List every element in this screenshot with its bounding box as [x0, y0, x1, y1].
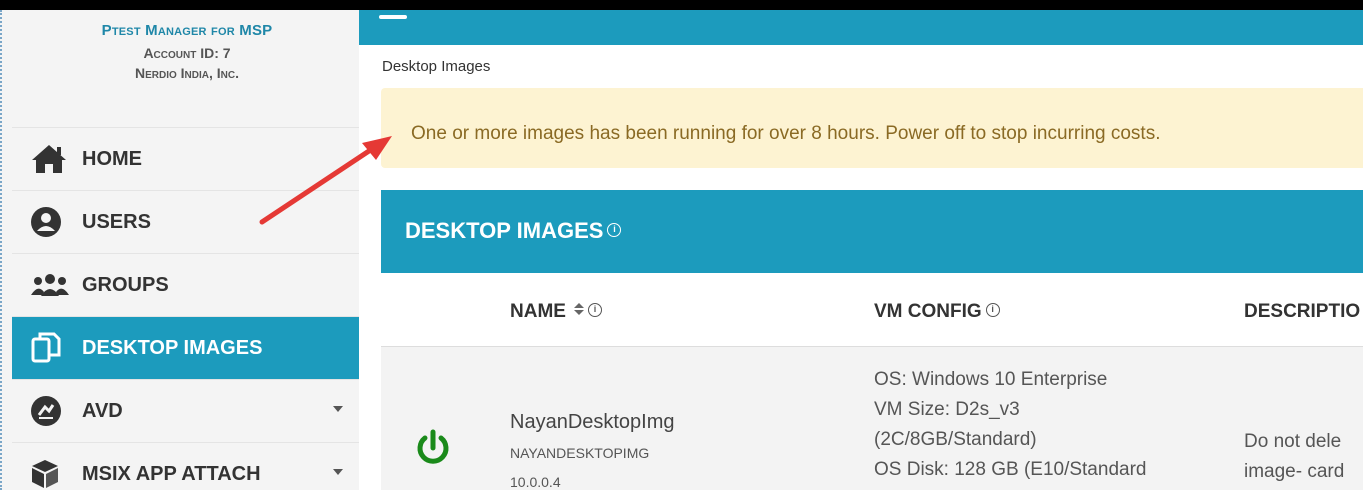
chevron-down-icon[interactable]: [333, 406, 343, 412]
avd-icon: [30, 391, 74, 431]
vm-config-spec: (2C/8GB/Standard): [874, 429, 1037, 450]
sidebar-item-label: HOME: [82, 147, 142, 170]
column-header-name[interactable]: NAME i: [510, 301, 602, 323]
user-icon: [30, 202, 74, 242]
sort-icon[interactable]: [573, 302, 584, 315]
desktop-images-panel: DESKTOP IMAGES i NAME i VM CONFIG i DESCRIP…: [381, 190, 1363, 490]
home-icon: [30, 139, 74, 179]
panel-title: DESKTOP IMAGES i: [405, 218, 622, 244]
vm-config-disk: OS Disk: 128 GB (E10/Standard: [874, 459, 1147, 480]
vm-config-os: OS: Windows 10 Enterprise: [874, 369, 1108, 390]
main-content: Desktop Images One or more images has be…: [359, 10, 1363, 490]
alert-text: One or more images has been running for …: [411, 123, 1161, 144]
vm-config-size: VM Size: D2s_v3: [874, 399, 1020, 420]
copy-icon: [30, 328, 74, 368]
panel-title-text: DESKTOP IMAGES: [405, 218, 604, 243]
sidebar-item-label: AVD: [82, 399, 123, 422]
description-line: image- card: [1244, 461, 1345, 482]
groups-icon: [30, 265, 74, 305]
column-label: DESCRIPTIO: [1244, 301, 1361, 322]
sidebar-item-users[interactable]: USERS: [12, 190, 361, 253]
chevron-down-icon[interactable]: [333, 469, 343, 475]
image-version: 10.0.0.4: [510, 474, 561, 490]
power-icon[interactable]: [413, 428, 453, 468]
sidebar-item-msix-app-attach[interactable]: MSIX APP ATTACH: [12, 442, 361, 490]
sidebar-item-home[interactable]: HOME: [12, 127, 361, 190]
account-id: Account ID: 7: [143, 45, 231, 61]
description-line: Do not dele: [1244, 431, 1342, 452]
column-label: VM CONFIG: [874, 301, 982, 322]
account-org: Nerdio India, Inc.: [134, 65, 239, 81]
sidebar-nav: HOME USERS GROUPS DESKTOP IMAGES AVD MSI…: [12, 127, 361, 490]
info-icon[interactable]: i: [587, 302, 602, 317]
sidebar-item-label: GROUPS: [82, 273, 169, 296]
sidebar-item-label: MSIX APP ATTACH: [82, 462, 261, 485]
image-name[interactable]: NayanDesktopImg: [510, 411, 675, 434]
info-icon[interactable]: i: [985, 302, 1000, 317]
info-icon[interactable]: i: [607, 223, 622, 238]
image-id: NAYANDESKTOPIMG: [510, 445, 650, 461]
menu-icon[interactable]: [379, 15, 407, 19]
top-bezel: [0, 0, 1363, 10]
sidebar-item-label: DESKTOP IMAGES: [82, 336, 263, 359]
table-header: NAME i VM CONFIG i DESCRIPTIO: [381, 273, 1363, 347]
app-frame: Ptest Manager for MSP Account ID: 7 Nerd…: [0, 0, 1363, 490]
sidebar-item-label: USERS: [82, 210, 151, 233]
panel-header: DESKTOP IMAGES i: [381, 190, 1363, 273]
warning-alert: One or more images has been running for …: [381, 88, 1363, 168]
column-header-description: DESCRIPTIO: [1244, 301, 1360, 323]
account-info: Ptest Manager for MSP Account ID: 7 Nerd…: [2, 22, 372, 81]
table-row[interactable]: NayanDesktopImg NAYANDESKTOPIMG 10.0.0.4…: [381, 347, 1363, 490]
image-description: Do not dele image- card: [1244, 427, 1344, 487]
account-title[interactable]: Ptest Manager for MSP: [2, 22, 372, 39]
top-bar: [359, 10, 1363, 45]
sidebar-item-groups[interactable]: GROUPS: [12, 253, 361, 316]
vm-config: OS: Windows 10 Enterprise VM Size: D2s_v…: [874, 365, 1146, 485]
breadcrumb[interactable]: Desktop Images: [382, 58, 490, 75]
column-label: NAME: [510, 301, 566, 322]
column-header-vm-config: VM CONFIG i: [874, 301, 1000, 323]
sidebar-item-desktop-images[interactable]: DESKTOP IMAGES: [12, 316, 361, 379]
sidebar-item-avd[interactable]: AVD: [12, 379, 361, 442]
sidebar: Ptest Manager for MSP Account ID: 7 Nerd…: [0, 10, 361, 490]
box-icon: [30, 454, 74, 490]
